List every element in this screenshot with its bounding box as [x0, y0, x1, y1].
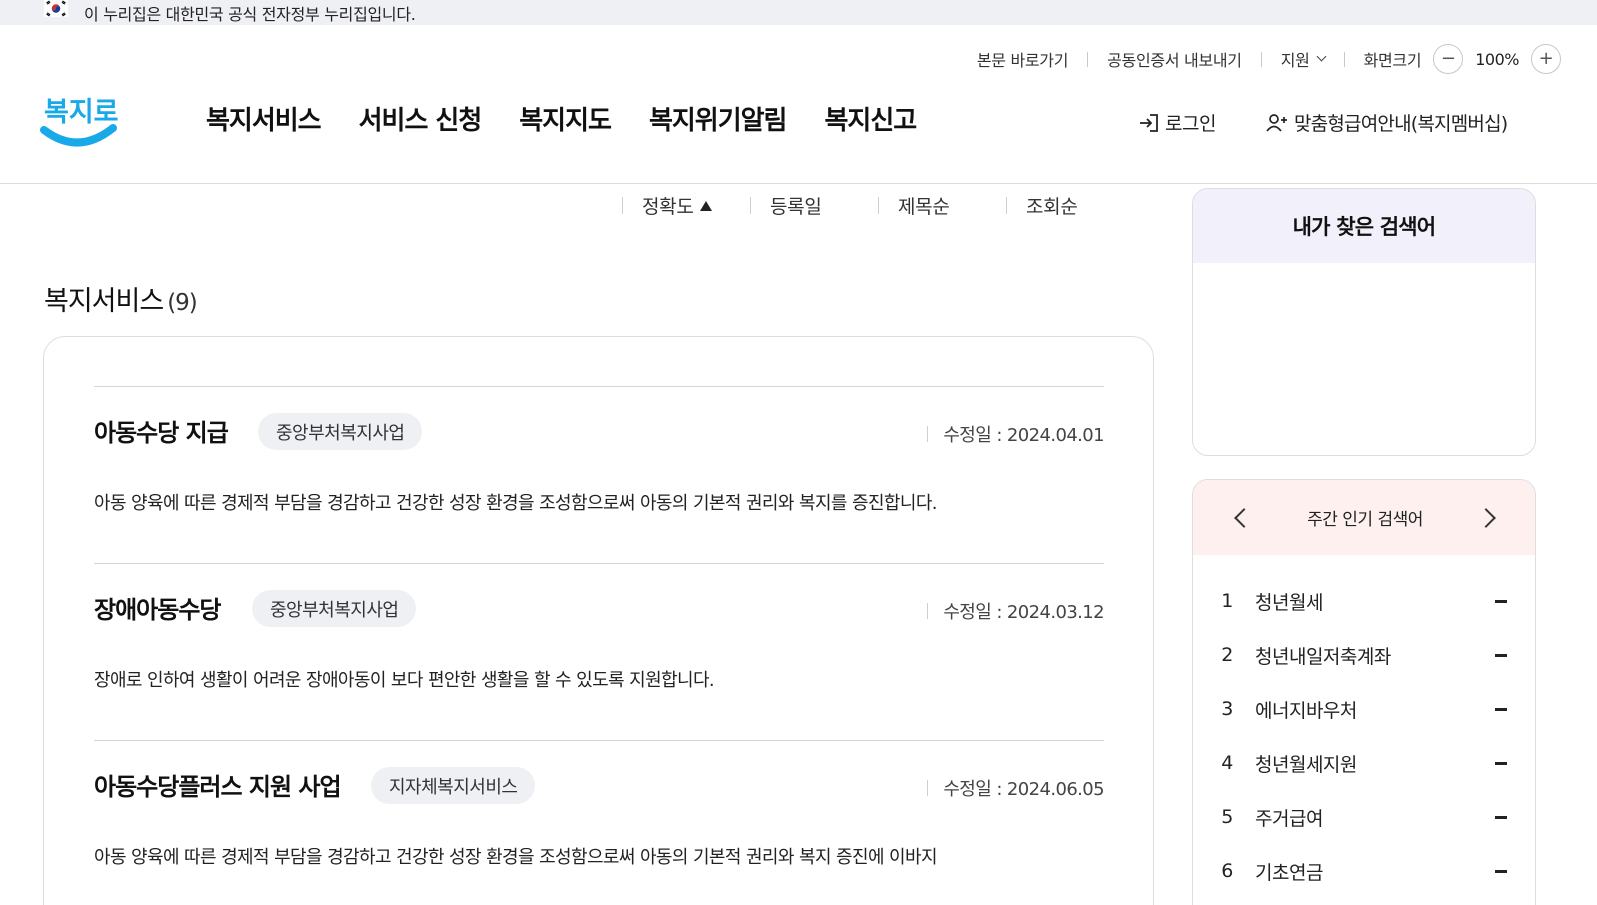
- sort-accuracy-label: 정확도: [642, 196, 694, 218]
- my-searches-title: 내가 찾은 검색어: [1193, 189, 1535, 263]
- item-title[interactable]: 아동수당플러스 지원 사업: [94, 767, 342, 802]
- result-list: 아동수당 지급 중앙부처복지사업 수정일 : 2024.04.01 아동 양육에…: [43, 336, 1154, 905]
- rank-number: 4: [1221, 752, 1233, 774]
- user-add-icon: [1266, 113, 1287, 132]
- keyword-label: 주거급여: [1255, 807, 1323, 830]
- category-badge: 중앙부처복지사업: [258, 413, 423, 450]
- rank-unchanged-icon: [1495, 816, 1507, 819]
- popular-searches-header: 주간 인기 검색어: [1193, 480, 1535, 555]
- rank-number: 5: [1221, 806, 1233, 828]
- login-icon: [1140, 113, 1158, 132]
- popular-keyword-item[interactable]: 1 청년월세: [1193, 586, 1535, 616]
- zoom-in-button[interactable]: +: [1531, 44, 1561, 74]
- keyword-label: 기초연금: [1255, 861, 1323, 884]
- chevron-left-icon[interactable]: [1234, 507, 1254, 528]
- nav-welfare-report[interactable]: 복지신고: [824, 100, 917, 137]
- popular-keyword-item[interactable]: 6 기초연금: [1193, 856, 1535, 886]
- keyword-label: 청년월세지원: [1255, 753, 1357, 776]
- list-item: 장애아동수당 중앙부처복지사업 수정일 : 2024.03.12 장애로 인하여…: [94, 563, 1105, 740]
- skip-to-content-link[interactable]: 본문 바로가기: [977, 47, 1069, 71]
- main-nav: 복지서비스 서비스 신청 복지지도 복지위기알림 복지신고: [206, 100, 954, 137]
- sort-title[interactable]: 제목순: [878, 192, 1006, 219]
- zoom-out-button[interactable]: −: [1433, 44, 1464, 74]
- korea-flag-icon: [44, 0, 68, 17]
- login-button[interactable]: 로그인: [1138, 109, 1216, 136]
- category-badge: 중앙부처복지사업: [252, 590, 417, 627]
- sort-bar: 정확도 등록일 제목순 조회순: [622, 192, 1134, 219]
- category-badge: 지자체복지서비스: [371, 767, 536, 804]
- rank-number: 1: [1221, 590, 1233, 612]
- rank-unchanged-icon: [1495, 870, 1507, 873]
- gov-banner-text: 이 누리집은 대한민국 공식 전자정부 누리집입니다.: [84, 5, 416, 24]
- popular-keyword-item[interactable]: 4 청년월세지원: [1193, 748, 1535, 778]
- nav-service-apply[interactable]: 서비스 신청: [359, 100, 483, 137]
- rank-unchanged-icon: [1495, 600, 1507, 603]
- nav-crisis-alert[interactable]: 복지위기알림: [649, 100, 788, 137]
- triangle-up-icon: [699, 200, 712, 211]
- popular-searches-panel: 주간 인기 검색어 1 청년월세 2 청년내일저축계좌 3 에너지바우처 4 청…: [1192, 479, 1536, 905]
- item-title[interactable]: 장애아동수당: [94, 590, 221, 625]
- sort-title-label: 제목순: [898, 196, 950, 218]
- section-title: 복지서비스 (9): [44, 279, 198, 318]
- sort-views-label: 조회순: [1026, 196, 1078, 218]
- chevron-down-icon: [1316, 51, 1327, 62]
- cert-export-link[interactable]: 공동인증서 내보내기: [1107, 47, 1242, 71]
- rank-unchanged-icon: [1495, 762, 1507, 765]
- keyword-label: 청년월세: [1255, 591, 1323, 614]
- logo-text: 복지로: [44, 97, 119, 128]
- popular-searches-title: 주간 인기 검색어: [1307, 510, 1423, 530]
- modified-date: 수정일 : 2024.04.01: [927, 421, 1104, 447]
- screen-size-control: 화면크기 − 100% +: [1364, 44, 1561, 74]
- site-logo[interactable]: 복지로: [40, 84, 120, 150]
- modified-date: 수정일 : 2024.06.05: [927, 775, 1104, 801]
- item-description: 장애로 인하여 생활이 어려운 장애아동이 보다 편안한 생활을 할 수 있도록…: [94, 670, 715, 691]
- chevron-right-icon[interactable]: [1476, 507, 1496, 528]
- item-description: 아동 양육에 따른 경제적 부담을 경감하고 건강한 성장 환경을 조성함으로써…: [94, 493, 938, 514]
- nav-welfare-service[interactable]: 복지서비스: [206, 100, 322, 137]
- item-title[interactable]: 아동수당 지급: [94, 413, 229, 448]
- support-label: 지원: [1280, 51, 1310, 70]
- divider: [1343, 51, 1345, 67]
- rank-number: 2: [1221, 644, 1233, 666]
- popular-keyword-item[interactable]: 3 에너지바우처: [1193, 694, 1535, 724]
- list-item: 아동수당 지급 중앙부처복지사업 수정일 : 2024.04.01 아동 양육에…: [94, 386, 1105, 563]
- keyword-label: 에너지바우처: [1255, 699, 1357, 722]
- utility-bar: 본문 바로가기 공동인증서 내보내기 지원 화면크기 − 100% +: [977, 44, 1561, 74]
- popular-keyword-item[interactable]: 5 주거급여: [1193, 802, 1535, 832]
- list-item: 아동수당플러스 지원 사업 지자체복지서비스 수정일 : 2024.06.05 …: [94, 740, 1105, 905]
- nav-welfare-map[interactable]: 복지지도: [519, 100, 612, 137]
- rank-number: 3: [1221, 698, 1233, 720]
- sort-views[interactable]: 조회순: [1006, 192, 1134, 219]
- gov-banner: 이 누리집은 대한민국 공식 전자정부 누리집입니다.: [0, 0, 1597, 25]
- keyword-label: 청년내일저축계좌: [1255, 645, 1391, 668]
- screen-size-label: 화면크기: [1363, 51, 1422, 70]
- rank-unchanged-icon: [1495, 708, 1507, 711]
- membership-button[interactable]: 맞춤형급여안내(복지멤버십): [1265, 109, 1508, 136]
- zoom-level: 100%: [1475, 49, 1519, 69]
- item-description: 아동 양육에 따른 경제적 부담을 경감하고 건강한 성장 환경을 조성함으로써…: [94, 847, 938, 868]
- sort-date[interactable]: 등록일: [750, 192, 878, 219]
- bokjiro-logo: 복지로: [40, 97, 119, 147]
- divider: [1087, 51, 1089, 67]
- popular-keyword-item[interactable]: 2 청년내일저축계좌: [1193, 640, 1535, 670]
- login-label: 로그인: [1165, 113, 1216, 135]
- my-searches-panel: 내가 찾은 검색어: [1192, 188, 1536, 456]
- divider: [1260, 51, 1262, 67]
- sort-accuracy[interactable]: 정확도: [622, 192, 750, 219]
- sort-date-label: 등록일: [770, 196, 822, 218]
- rank-unchanged-icon: [1495, 654, 1507, 657]
- support-dropdown[interactable]: 지원: [1280, 47, 1327, 71]
- result-count: (9): [167, 290, 198, 316]
- modified-date: 수정일 : 2024.03.12: [927, 598, 1104, 624]
- header-divider: [0, 183, 1597, 184]
- rank-number: 6: [1221, 860, 1233, 882]
- membership-label: 맞춤형급여안내(복지멤버십): [1294, 113, 1508, 135]
- section-title-text: 복지서비스: [44, 286, 164, 317]
